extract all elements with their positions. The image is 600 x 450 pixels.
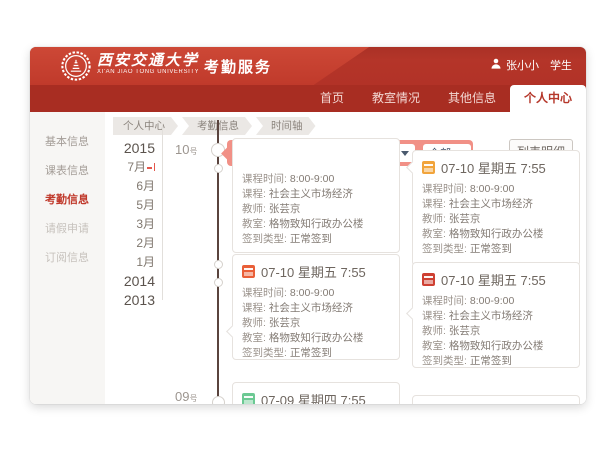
timeline-card: 07-10 星期五 7:55 课程时间:8:00-9:00课程:社会主义市场经济教… [412,150,580,266]
date-nav-item-7[interactable]: 2014 [105,272,155,291]
content-area: 基本信息课表信息考勤信息请假申请订阅信息 个人中心考勤信息时间轴 20157月6… [30,112,586,404]
university-name-cn: 西安交通大学 [97,51,199,69]
attendance-status-icon [422,161,435,174]
user-info[interactable]: 张小小 学生 [491,57,572,73]
date-nav-item-1[interactable]: 7月 [105,158,155,177]
university-name: 西安交通大学 XI'AN JIAO TONG UNIVERSITY [97,51,199,75]
timeline-card: 07-10 星期五 7:55 课程时间:8:00-9:00课程:社会主义市场经济教… [412,262,580,368]
card-field: 课程:社会主义市场经济 [422,197,570,212]
user-name: 张小小 [506,57,539,73]
attendance-status-icon [242,265,255,278]
card-field: 课程:社会主义市场经济 [242,301,390,316]
card-title: 07-09 星期四 7:55 [233,383,399,404]
date-nav-item-0[interactable]: 2015 [105,139,155,158]
sidebar-item-0[interactable]: 基本信息 [30,128,105,157]
date-nav: 20157月6月5月3月2月1月20142013 [105,139,162,310]
timeline-day-label: 09号 [175,389,197,404]
card-field: 课程:社会主义市场经济 [422,309,570,324]
card-field: 签到类型:正常签到 [422,354,570,369]
card-field: 课程时间:8:00-9:00 [422,294,570,309]
card-field: 课程时间:8:00-9:00 [422,182,570,197]
nav-item-2[interactable]: 其他信息 [434,85,510,112]
attendance-status-icon [242,393,255,404]
nav-item-1[interactable]: 教室情况 [358,85,434,112]
card-field: 教师:张芸京 [422,212,570,227]
sidebar-item-3[interactable]: 请假申请 [30,215,105,244]
attendance-status-icon [422,273,435,286]
main-nav: 首页教室情况其他信息个人中心 [30,85,586,112]
nav-item-3[interactable]: 个人中心 [510,85,586,112]
sidebar-item-2[interactable]: 考勤信息 [30,186,105,215]
timeline-card [412,395,580,404]
card-field: 教师:张芸京 [242,202,390,217]
sidebar-item-4[interactable]: 订阅信息 [30,244,105,273]
timeline-day-label: 10号 [175,142,197,157]
card-field: 教室:格物致知行政办公楼 [242,217,390,232]
card-field: 教师:张芸京 [242,316,390,331]
breadcrumb-item-0[interactable]: 个人中心 [113,117,178,135]
date-nav-item-5[interactable]: 2月 [105,234,155,253]
page-background: 西安交通大学 XI'AN JIAO TONG UNIVERSITY 考勤服务 张… [0,0,600,450]
sidebar-item-1[interactable]: 课表信息 [30,157,105,186]
app-title: 考勤服务 [204,56,272,77]
nav-item-0[interactable]: 首页 [306,85,358,112]
university-name-en: XI'AN JIAO TONG UNIVERSITY [97,69,199,75]
timeline-node [214,278,223,287]
card-field: 签到类型:正常签到 [242,346,390,361]
breadcrumb: 个人中心考勤信息时间轴 [113,117,316,135]
card-field: 课程时间:8:00-9:00 [242,172,390,187]
app-window: 西安交通大学 XI'AN JIAO TONG UNIVERSITY 考勤服务 张… [30,47,586,404]
card-field: 课程时间:8:00-9:00 [242,286,390,301]
card-field: 签到类型:正常签到 [422,242,570,257]
card-field: 教室:格物致知行政办公楼 [242,331,390,346]
card-field: 签到类型:正常签到 [242,232,390,247]
card-field: 教室:格物致知行政办公楼 [422,227,570,242]
chevron-down-icon [401,151,409,156]
user-role: 学生 [550,57,572,73]
card-field: 课程:社会主义市场经济 [242,187,390,202]
timeline-node [214,260,223,269]
date-nav-item-8[interactable]: 2013 [105,291,155,310]
university-logo-icon [60,50,92,82]
date-nav-item-4[interactable]: 3月 [105,215,155,234]
timeline-node [212,396,225,404]
sidebar: 基本信息课表信息考勤信息请假申请订阅信息 [30,112,105,404]
card-field: 教师:张芸京 [422,324,570,339]
card-field: 教室:格物致知行政办公楼 [422,339,570,354]
breadcrumb-item-2[interactable]: 时间轴 [256,117,316,135]
card-title: 07-10 星期五 7:55 [413,151,579,180]
date-nav-item-2[interactable]: 6月 [105,177,155,196]
timeline-node [214,164,223,173]
date-nav-item-3[interactable]: 5月 [105,196,155,215]
date-nav-divider [162,124,163,300]
timeline-card: 课程时间:8:00-9:00课程:社会主义市场经济教师:张芸京教室:格物致知行政… [232,138,400,253]
date-nav-item-6[interactable]: 1月 [105,253,155,272]
main-panel: 个人中心考勤信息时间轴 20157月6月5月3月2月1月20142013 10号… [105,112,586,404]
user-icon [491,58,501,72]
timeline-card: 07-09 星期四 7:55 [232,382,400,404]
current-month-marker-icon [147,163,155,171]
card-title: 07-10 星期五 7:55 [233,255,399,284]
app-header: 西安交通大学 XI'AN JIAO TONG UNIVERSITY 考勤服务 张… [30,47,586,85]
card-title: 07-10 星期五 7:55 [413,263,579,292]
timeline-card: 07-10 星期五 7:55 课程时间:8:00-9:00课程:社会主义市场经济教… [232,254,400,360]
